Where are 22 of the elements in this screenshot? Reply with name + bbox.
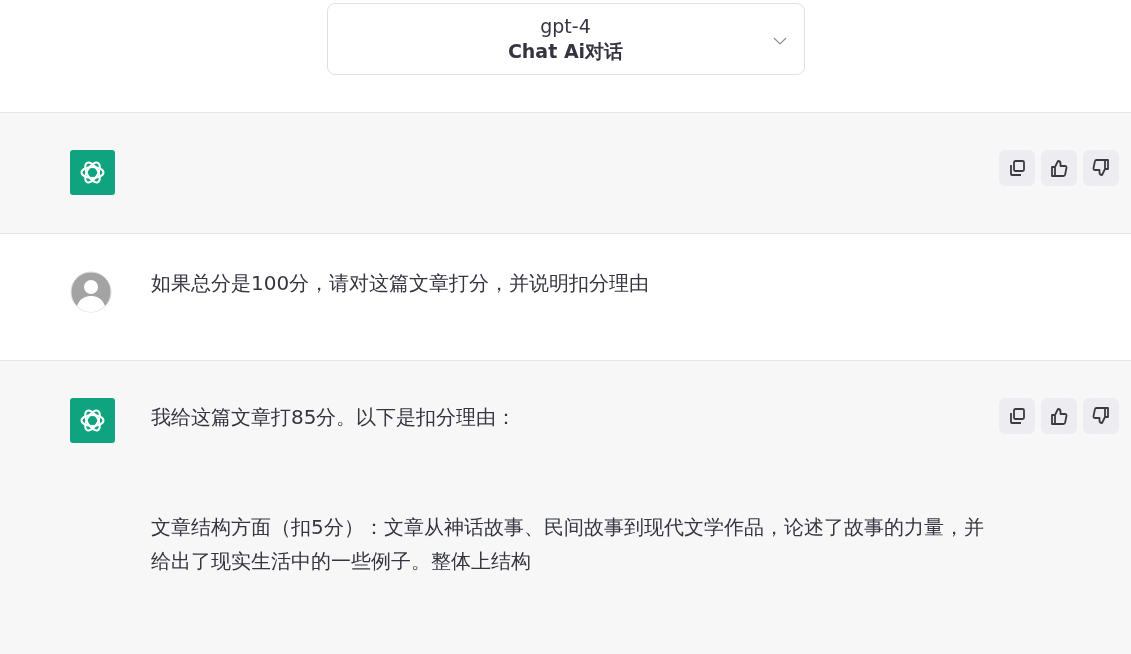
thumbs-up-icon [1049, 406, 1069, 426]
chat-title: Chat Ai对话 [507, 39, 624, 64]
thumbs-up-button[interactable] [1041, 398, 1077, 434]
copy-icon [1007, 406, 1027, 426]
model-selector[interactable]: gpt-4 Chat Ai对话 [326, 3, 805, 75]
model-name: gpt-4 [540, 14, 591, 38]
logo-icon [70, 398, 115, 443]
user-avatar-icon [70, 271, 112, 313]
thumbs-down-button[interactable] [1083, 398, 1119, 434]
logo-icon [70, 150, 115, 195]
caret-icon [772, 37, 787, 45]
thumbs-up-icon [1049, 158, 1069, 178]
thumbs-down-icon [1091, 406, 1111, 426]
message-text: 我给这篇文章打85分。以下是扣分理由： [151, 404, 518, 431]
message-text: 文章结构方面（扣5分）：文章从神话故事、民间故事到现代文学作品，论述了故事的力量，并给出了现实生活中的一些例子。整体上结构 [151, 514, 985, 575]
thumbs-down-button[interactable] [1083, 150, 1119, 186]
thumbs-up-button[interactable] [1041, 150, 1077, 186]
message-text: 如果总分是100分，请对这篇文章打分，并说明扣分理由 [151, 270, 651, 297]
copy-button[interactable] [999, 150, 1035, 186]
copy-button[interactable] [999, 398, 1035, 434]
thumbs-down-icon [1091, 158, 1111, 178]
copy-icon [1007, 158, 1027, 178]
